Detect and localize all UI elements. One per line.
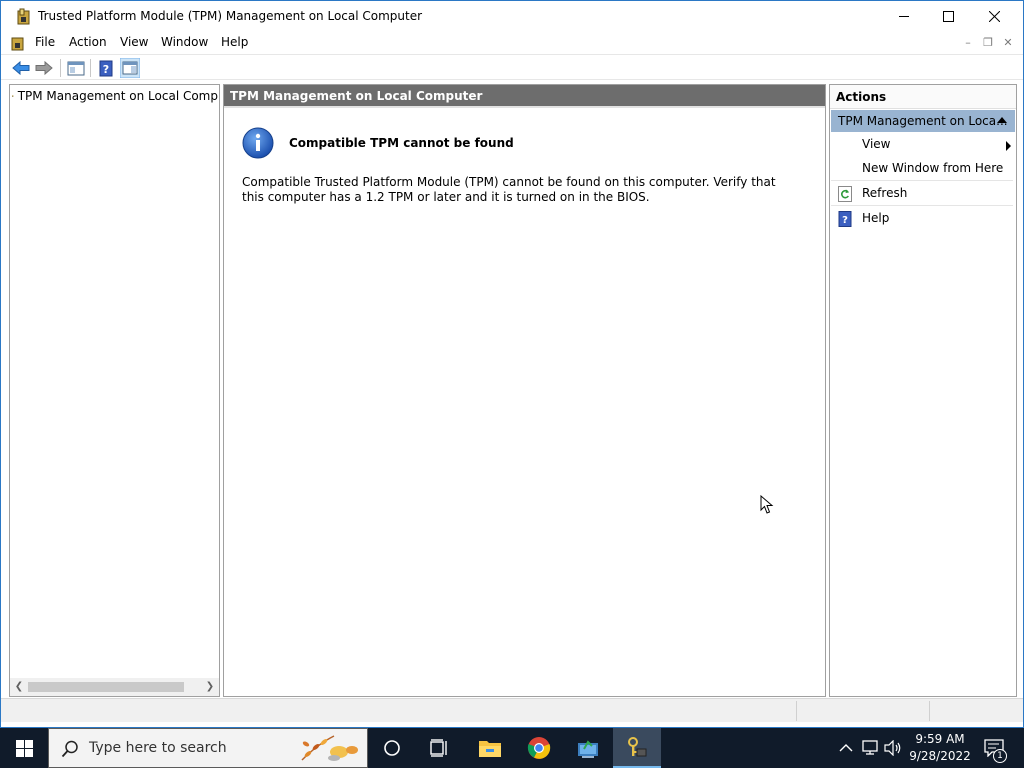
action-refresh[interactable]: Refresh [831, 182, 1013, 206]
action-view[interactable]: View [831, 133, 1013, 157]
taskbar-search-box[interactable]: Type here to search [48, 728, 368, 768]
maximize-button[interactable] [925, 1, 971, 32]
actions-header: Actions [830, 85, 1016, 109]
message-body: Compatible Trusted Platform Module (TPM)… [242, 175, 776, 204]
status-divider [796, 701, 797, 721]
scroll-right-icon[interactable]: ❯ [203, 680, 217, 694]
horizontal-scrollbar[interactable]: ❮ ❯ [10, 678, 219, 696]
tpm-key-icon [628, 737, 647, 757]
windows-logo-icon [15, 739, 33, 757]
cortana-button[interactable] [368, 728, 416, 768]
show-hide-console-tree-icon[interactable] [66, 58, 86, 78]
action-new-window-from-here[interactable]: New Window from Here [831, 157, 1013, 181]
task-view-button[interactable] [416, 728, 464, 768]
collapse-up-icon[interactable] [997, 117, 1007, 123]
info-icon [242, 127, 274, 159]
menu-view[interactable]: View [120, 35, 148, 49]
mdi-restore-icon[interactable]: ❐ [980, 36, 996, 50]
show-hide-action-pane-icon[interactable] [120, 58, 140, 78]
tpm-document-icon[interactable] [10, 35, 26, 51]
menu-help[interactable]: Help [221, 35, 248, 49]
mdi-close-icon[interactable]: ✕ [1000, 36, 1016, 50]
svg-text:?: ? [842, 215, 848, 226]
submenu-arrow-icon [1006, 141, 1011, 151]
chrome-icon [527, 737, 551, 759]
scroll-left-icon[interactable]: ❮ [12, 680, 26, 694]
toolbar-separator [90, 59, 91, 77]
toolbar: ? [1, 54, 1023, 80]
menu-window[interactable]: Window [161, 35, 208, 49]
menu-file[interactable]: File [35, 35, 55, 49]
minimize-button[interactable] [881, 1, 927, 32]
taskbar: Type here to search 9:59 AM 9/28/2022 1 [0, 728, 1024, 768]
status-bar [1, 698, 1023, 722]
help-book-icon[interactable]: ? [96, 58, 116, 78]
tpm-taskbar-button[interactable] [613, 728, 661, 768]
tree-item-tpm-management[interactable]: TPM Management on Local Comp [12, 87, 218, 105]
taskbar-clock[interactable]: 9:59 AM 9/28/2022 [906, 731, 974, 765]
tpm-node-icon [12, 95, 14, 97]
close-icon [988, 11, 1000, 22]
actions-pane: Actions TPM Management on Loca... View N… [829, 84, 1017, 697]
search-placeholder: Type here to search [89, 740, 227, 756]
mouse-cursor-icon [760, 495, 774, 514]
search-highlight-icon [301, 735, 358, 761]
mdi-minimize-icon[interactable]: – [960, 36, 976, 50]
tpm-app-icon [17, 8, 30, 25]
title-bar[interactable]: Trusted Platform Module (TPM) Management… [1, 1, 1023, 32]
window-title: Trusted Platform Module (TPM) Management… [38, 9, 423, 23]
action-label: View [862, 137, 891, 151]
server-manager-button[interactable] [564, 728, 612, 768]
start-button[interactable] [0, 728, 48, 768]
mmc-window: Trusted Platform Module (TPM) Management… [0, 0, 1024, 728]
network-icon[interactable] [862, 740, 880, 756]
notification-count-badge: 1 [993, 749, 1007, 763]
menu-bar: File Action View Window Help – ❐ ✕ [1, 32, 1023, 54]
close-button[interactable] [971, 1, 1017, 32]
action-help[interactable]: ? Help [831, 207, 1013, 231]
result-pane: TPM Management on Local Computer Compati… [223, 84, 826, 697]
show-hidden-icons-chevron-icon[interactable] [839, 743, 853, 753]
refresh-icon [838, 186, 852, 202]
help-icon: ? [838, 211, 852, 227]
server-manager-icon [578, 740, 598, 758]
status-divider [929, 701, 930, 721]
search-icon [61, 740, 78, 758]
clock-date: 9/28/2022 [909, 749, 971, 763]
folder-icon [479, 741, 501, 757]
action-label: Refresh [862, 186, 908, 200]
action-center-button[interactable]: 1 [976, 728, 1016, 768]
maximize-icon [942, 11, 954, 22]
actions-group-label: TPM Management on Loca... [838, 114, 1008, 128]
action-label: New Window from Here [862, 161, 1004, 175]
message-title: Compatible TPM cannot be found [289, 136, 514, 150]
toolbar-separator [60, 59, 61, 77]
console-tree-pane: TPM Management on Local Comp ❮ ❯ [9, 84, 220, 697]
action-label: Help [862, 211, 890, 225]
actions-group-tpm-management[interactable]: TPM Management on Loca... [831, 110, 1015, 132]
forward-arrow-icon[interactable] [34, 58, 54, 78]
clock-time: 9:59 AM [915, 732, 965, 746]
menu-action[interactable]: Action [69, 35, 107, 49]
chrome-button[interactable] [515, 728, 563, 768]
volume-icon[interactable] [884, 740, 902, 756]
result-pane-header: TPM Management on Local Computer [224, 85, 825, 108]
tree-item-label: TPM Management on Local Comp [17, 89, 218, 103]
svg-text:?: ? [103, 63, 109, 76]
minimize-icon [898, 16, 909, 17]
scrollbar-thumb[interactable] [28, 682, 184, 692]
task-view-icon [430, 739, 447, 757]
file-explorer-button[interactable] [466, 728, 514, 768]
cortana-circle-icon [384, 740, 400, 756]
back-arrow-icon[interactable] [11, 58, 31, 78]
